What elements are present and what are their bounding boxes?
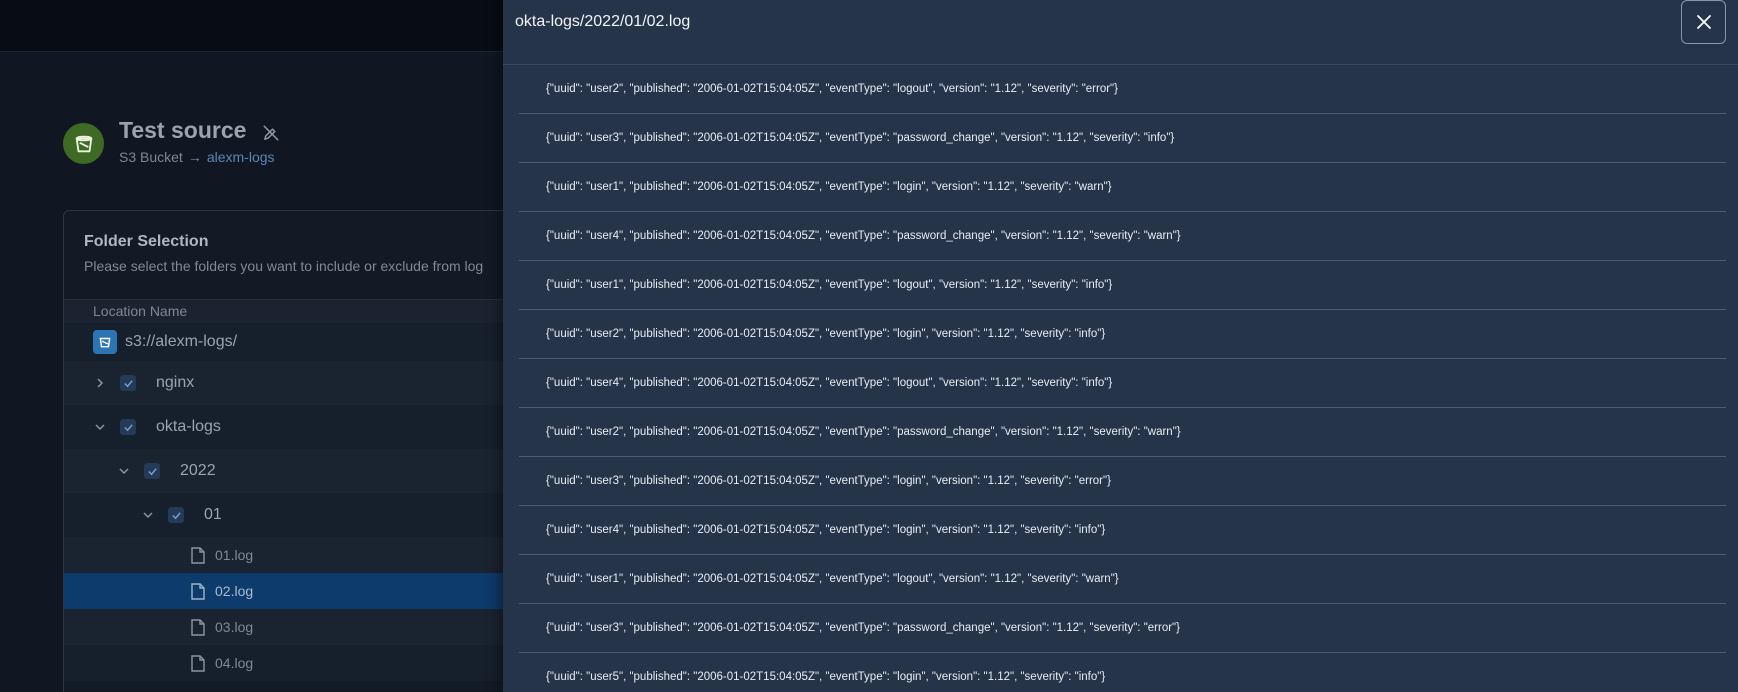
page-title: Test source <box>119 117 247 143</box>
log-line: {"uuid": "user2", "published": "2006-01-… <box>519 65 1726 114</box>
log-line: {"uuid": "user1", "published": "2006-01-… <box>519 555 1726 604</box>
file-icon <box>191 582 205 600</box>
breadcrumb-arrow: → <box>187 149 202 165</box>
close-icon <box>1696 15 1711 29</box>
tree-file-label: 02.log <box>215 583 254 599</box>
drawer-header: okta-logs/2022/01/02.log <box>503 0 1738 65</box>
log-line: {"uuid": "user1", "published": "2006-01-… <box>519 163 1726 212</box>
tree-root-label: s3://alexm-logs/ <box>125 333 238 350</box>
tree-folder-label: 2022 <box>180 462 216 479</box>
checkbox-2022[interactable] <box>144 463 160 479</box>
drawer-title: okta-logs/2022/01/02.log <box>515 13 691 30</box>
log-line: {"uuid": "user1", "published": "2006-01-… <box>519 261 1726 310</box>
chevron-down-icon[interactable] <box>142 509 154 521</box>
log-line: {"uuid": "user4", "published": "2006-01-… <box>519 359 1726 408</box>
chevron-down-icon[interactable] <box>94 421 106 433</box>
file-icon <box>191 654 205 672</box>
log-line: {"uuid": "user5", "published": "2006-01-… <box>519 653 1726 692</box>
tree-file-label: 01.log <box>215 547 254 563</box>
chevron-down-icon[interactable] <box>118 465 130 477</box>
log-line: {"uuid": "user3", "published": "2006-01-… <box>519 114 1726 163</box>
log-line: {"uuid": "user4", "published": "2006-01-… <box>519 212 1726 261</box>
breadcrumb-source-type: S3 Bucket <box>119 149 183 165</box>
file-icon <box>191 546 205 564</box>
log-line: {"uuid": "user3", "published": "2006-01-… <box>519 457 1726 506</box>
bucket-avatar-icon <box>63 123 104 164</box>
log-lines-list: {"uuid": "user2", "published": "2006-01-… <box>519 65 1726 692</box>
chevron-right-icon[interactable] <box>94 377 106 389</box>
tree-file-label: 03.log <box>215 619 254 635</box>
log-line: {"uuid": "user4", "published": "2006-01-… <box>519 506 1726 555</box>
tree-folder-label: okta-logs <box>156 418 221 435</box>
log-line: {"uuid": "user3", "published": "2006-01-… <box>519 604 1726 653</box>
bucket-link[interactable]: alexm-logs <box>207 149 275 165</box>
checkbox-okta-logs[interactable] <box>120 419 136 435</box>
tree-folder-label: 01 <box>204 506 222 523</box>
log-preview-drawer: okta-logs/2022/01/02.log {"uuid": "user2… <box>503 0 1738 692</box>
tree-folder-label: nginx <box>156 374 195 391</box>
tree-file-label: 04.log <box>215 655 254 671</box>
checkbox-nginx[interactable] <box>120 375 136 391</box>
edit-off-icon[interactable] <box>262 124 280 142</box>
close-button[interactable] <box>1681 0 1726 44</box>
log-line: {"uuid": "user2", "published": "2006-01-… <box>519 408 1726 457</box>
checkbox-01[interactable] <box>168 507 184 523</box>
folder-selection-description: Please select the folders you want to in… <box>84 258 484 274</box>
log-line: {"uuid": "user2", "published": "2006-01-… <box>519 310 1726 359</box>
folder-selection-title: Folder Selection <box>84 233 209 250</box>
file-icon <box>191 618 205 636</box>
breadcrumb: S3 Bucket → alexm-logs <box>119 149 275 165</box>
s3-bucket-icon <box>93 330 117 354</box>
